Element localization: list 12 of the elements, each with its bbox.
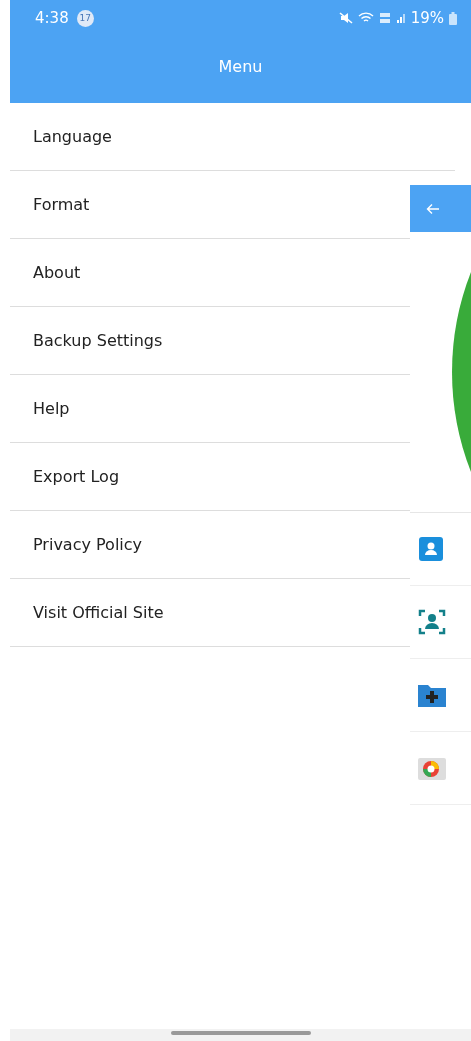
contacts-icon — [417, 535, 445, 563]
header-title: Menu — [218, 56, 263, 78]
face-scan-icon — [417, 607, 447, 637]
home-handle[interactable] — [170, 1031, 311, 1035]
mute-icon — [338, 12, 353, 24]
notification-badge: 17 — [76, 9, 94, 27]
signal-icon — [395, 12, 406, 24]
back-arrow-icon[interactable] — [426, 202, 440, 215]
battery-icon — [449, 11, 457, 25]
wifi-icon — [357, 12, 374, 24]
battery-percent: 19% — [410, 9, 444, 27]
status-time: 4:38 — [35, 9, 69, 27]
